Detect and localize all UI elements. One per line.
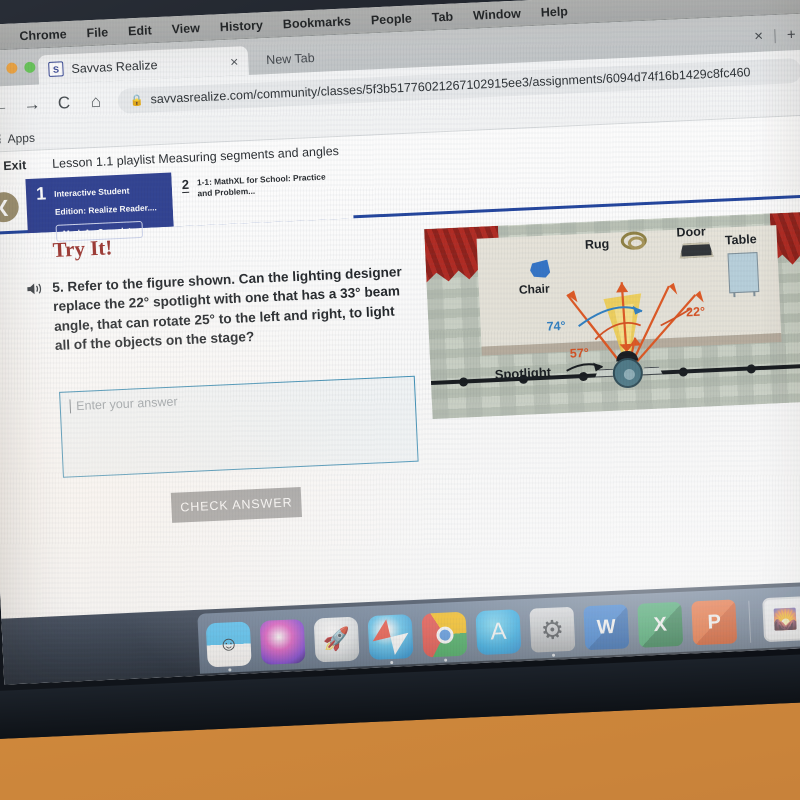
menu-window[interactable]: Window [473, 6, 521, 22]
dock-icon-photos[interactable]: 🌄 [762, 596, 800, 643]
playlist-item-number: 2 [181, 176, 190, 194]
menu-view[interactable]: View [171, 21, 200, 36]
playlist-previous-button[interactable]: ❮ [0, 191, 20, 223]
savvas-realize-page: ❮ Exit Lesson 1.1 playlist Measuring seg… [0, 115, 800, 661]
new-tab-label[interactable]: New Tab [266, 51, 315, 67]
reload-icon[interactable]: C [54, 93, 75, 114]
back-icon[interactable]: ← [0, 96, 11, 117]
playlist-item-number: 1 [35, 183, 47, 204]
chevron-left-icon: ❮ [0, 198, 11, 217]
dock-icon-system-preferences[interactable]: ⚙ [529, 606, 576, 657]
menu-bookmarks[interactable]: Bookmarks [283, 14, 352, 31]
chrome-window: S Savvas Realize × New Tab × | + ← → C ⌂… [0, 13, 800, 685]
menu-tab[interactable]: Tab [431, 9, 453, 24]
bookmark-apps[interactable]: Apps [7, 130, 35, 145]
dock-icon-powerpoint[interactable]: P [691, 599, 738, 646]
dock-icon-launchpad[interactable]: 🚀 [313, 616, 360, 663]
close-icon[interactable]: × [230, 53, 239, 69]
dock-icon-siri[interactable] [259, 619, 306, 665]
menu-file[interactable]: File [86, 25, 108, 40]
lock-icon: 🔒 [129, 94, 144, 107]
dock-icon-chrome[interactable] [421, 611, 468, 662]
menu-edit[interactable]: Edit [128, 23, 152, 38]
dock-icon-word[interactable]: W [583, 604, 630, 651]
photo-scene:  Chrome File Edit View History Bookmark… [0, 0, 800, 800]
stage-figure: Chair Rug Door Table 74° 22° 57° Spotlig… [424, 210, 800, 419]
dock-icon-excel[interactable]: X [637, 601, 684, 648]
playlist-item-2[interactable]: 2 1-1: MathXL for School: Practice and P… [171, 164, 354, 227]
close-icon[interactable]: × [754, 28, 764, 45]
savvas-favicon-icon: S [48, 61, 64, 78]
question-text: 5. Refer to the figure shown. Can the li… [52, 264, 403, 353]
menu-people[interactable]: People [371, 11, 413, 27]
exit-label: Exit [2, 158, 27, 174]
text-caret [69, 399, 75, 414]
playlist-item-title: Interactive Student Edition: Realize Rea… [53, 185, 157, 217]
new-tab-icon[interactable]: + [786, 26, 796, 43]
dock-icon-app-store[interactable]: A [475, 609, 522, 656]
apps-grid-icon[interactable] [0, 134, 1, 144]
playlist-item-title: 1-1: MathXL for School: Practice and Pro… [196, 171, 326, 198]
answer-input-placeholder: Enter your answer [75, 394, 178, 414]
answer-input[interactable]: Enter your answer [59, 375, 419, 478]
spotlight-pointer-arrow [566, 362, 603, 372]
dock-icon-safari[interactable] [367, 614, 414, 665]
minimize-window-button[interactable] [6, 62, 18, 74]
exit-button[interactable]: ❮ Exit [0, 158, 27, 175]
menu-chrome[interactable]: Chrome [19, 27, 67, 43]
tab-title: Savvas Realize [71, 57, 158, 76]
playlist-item-1[interactable]: 1 Interactive Student Edition: Realize R… [25, 172, 174, 242]
dock-icon-finder[interactable]: ☺ [205, 621, 252, 672]
window-controls [0, 61, 36, 75]
menu-help[interactable]: Help [540, 4, 568, 19]
dock-separator [748, 600, 752, 643]
question-row: 5. Refer to the figure shown. Can the li… [26, 262, 409, 356]
laptop-screen:  Chrome File Edit View History Bookmark… [0, 0, 800, 685]
try-it-heading: Try It! [52, 235, 113, 262]
forward-icon[interactable]: → [22, 94, 43, 115]
laptop:  Chrome File Edit View History Bookmark… [0, 0, 800, 780]
speaker-icon[interactable] [26, 278, 47, 356]
check-answer-button[interactable]: CHECK ANSWER [170, 487, 303, 523]
tabstrip-right-controls: × | + [753, 26, 797, 45]
menu-history[interactable]: History [220, 18, 264, 34]
home-icon[interactable]: ⌂ [86, 91, 107, 112]
zoom-window-button[interactable] [24, 61, 36, 74]
